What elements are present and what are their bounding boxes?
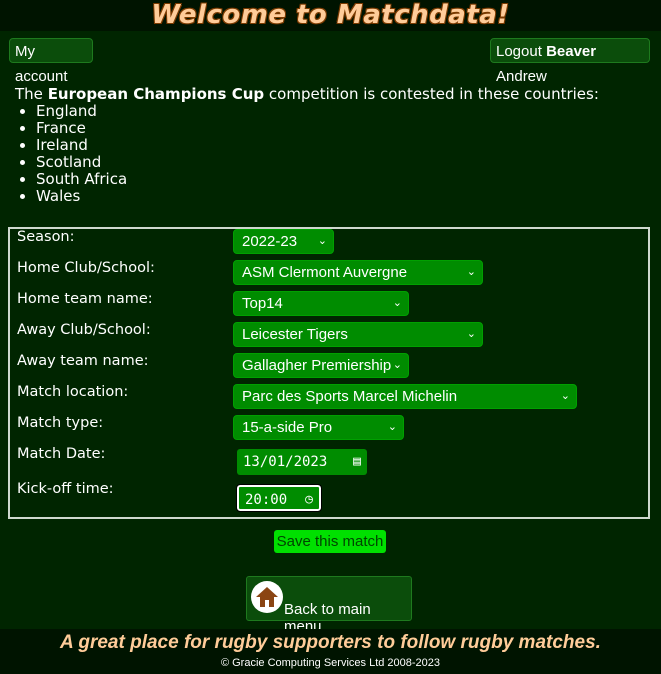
- away-team-select[interactable]: Gallagher Premiership ⌄: [233, 353, 409, 378]
- list-item: South Africa: [36, 171, 599, 188]
- copyright-text: © Gracie Computing Services Ltd 2008-202…: [220, 657, 441, 669]
- chevron-down-icon: ⌄: [317, 235, 327, 247]
- chevron-down-icon: ⌄: [466, 328, 476, 340]
- clock-icon[interactable]: ◷: [305, 487, 313, 513]
- user-last-name: Beaver: [546, 43, 597, 60]
- home-club-select[interactable]: ASM Clermont Auvergne ⌄: [233, 260, 483, 285]
- intro-sentence: The European Champions Cup competition i…: [15, 86, 599, 103]
- list-item: England: [36, 103, 599, 120]
- footer-tagline: A great place for rugby supporters to fo…: [60, 632, 601, 653]
- match-type-value: 15-a-side Pro: [242, 419, 333, 436]
- logout-label: Logout: [496, 43, 542, 60]
- back-to-main-menu-button[interactable]: Back to main menu: [246, 576, 412, 635]
- away-club-select[interactable]: Leicester Tigers ⌄: [233, 322, 483, 347]
- season-select[interactable]: 2022-23 ⌄: [233, 229, 334, 254]
- list-item: France: [36, 120, 599, 137]
- list-item: Wales: [36, 188, 599, 205]
- home-club-label: Home Club/School:: [17, 260, 155, 276]
- list-item: Scotland: [36, 154, 599, 171]
- list-item: Ireland: [36, 137, 599, 154]
- header-bar: Welcome to Matchdata!: [0, 0, 661, 31]
- chevron-down-icon: ⌄: [387, 421, 397, 433]
- season-label: Season:: [17, 229, 75, 245]
- chevron-down-icon: ⌄: [392, 359, 402, 371]
- location-label: Match location:: [17, 384, 129, 400]
- location-select[interactable]: Parc des Sports Marcel Michelin ⌄: [233, 384, 577, 409]
- competition-intro: The European Champions Cup competition i…: [15, 86, 599, 205]
- user-first-name: Andrew: [496, 68, 547, 85]
- country-list: England France Ireland Scotland South Af…: [15, 103, 599, 205]
- match-date-input[interactable]: 13/01/2023 ▤: [237, 449, 367, 475]
- kickoff-label: Kick-off time:: [17, 481, 114, 497]
- match-date-label: Match Date:: [17, 446, 106, 462]
- competition-name: European Champions Cup: [47, 85, 265, 103]
- chevron-down-icon: ⌄: [466, 266, 476, 278]
- page-title: Welcome to Matchdata!: [151, 0, 510, 30]
- footer: A great place for rugby supporters to fo…: [0, 629, 661, 674]
- home-team-select[interactable]: Top14 ⌄: [233, 291, 409, 316]
- away-team-label: Away team name:: [17, 353, 149, 369]
- home-team-value: Top14: [242, 295, 283, 312]
- my-account-button[interactable]: My account: [9, 38, 93, 85]
- intro-suffix: competition is contested in these countr…: [268, 85, 599, 103]
- chevron-down-icon: ⌄: [560, 390, 570, 402]
- away-team-value: Gallagher Premiership: [242, 357, 392, 374]
- home-team-label: Home team name:: [17, 291, 153, 307]
- logout-button[interactable]: Logout Beaver Andrew: [490, 38, 650, 85]
- away-club-label: Away Club/School:: [17, 322, 151, 338]
- home-icon: [251, 581, 283, 613]
- location-value: Parc des Sports Marcel Michelin: [242, 388, 458, 405]
- match-type-label: Match type:: [17, 415, 104, 431]
- kickoff-time-value: 20:00: [245, 492, 288, 508]
- away-club-value: Leicester Tigers: [242, 326, 348, 343]
- season-value: 2022-23: [242, 233, 298, 250]
- kickoff-time-input[interactable]: 20:00 ◷: [236, 484, 322, 513]
- match-date-value: 13/01/2023: [243, 454, 328, 470]
- intro-prefix: The: [15, 85, 43, 103]
- save-match-button[interactable]: Save this match: [274, 530, 386, 553]
- home-club-value: ASM Clermont Auvergne: [242, 264, 408, 281]
- match-type-select[interactable]: 15-a-side Pro ⌄: [233, 415, 404, 440]
- calendar-icon[interactable]: ▤: [353, 449, 361, 475]
- chevron-down-icon: ⌄: [392, 297, 402, 309]
